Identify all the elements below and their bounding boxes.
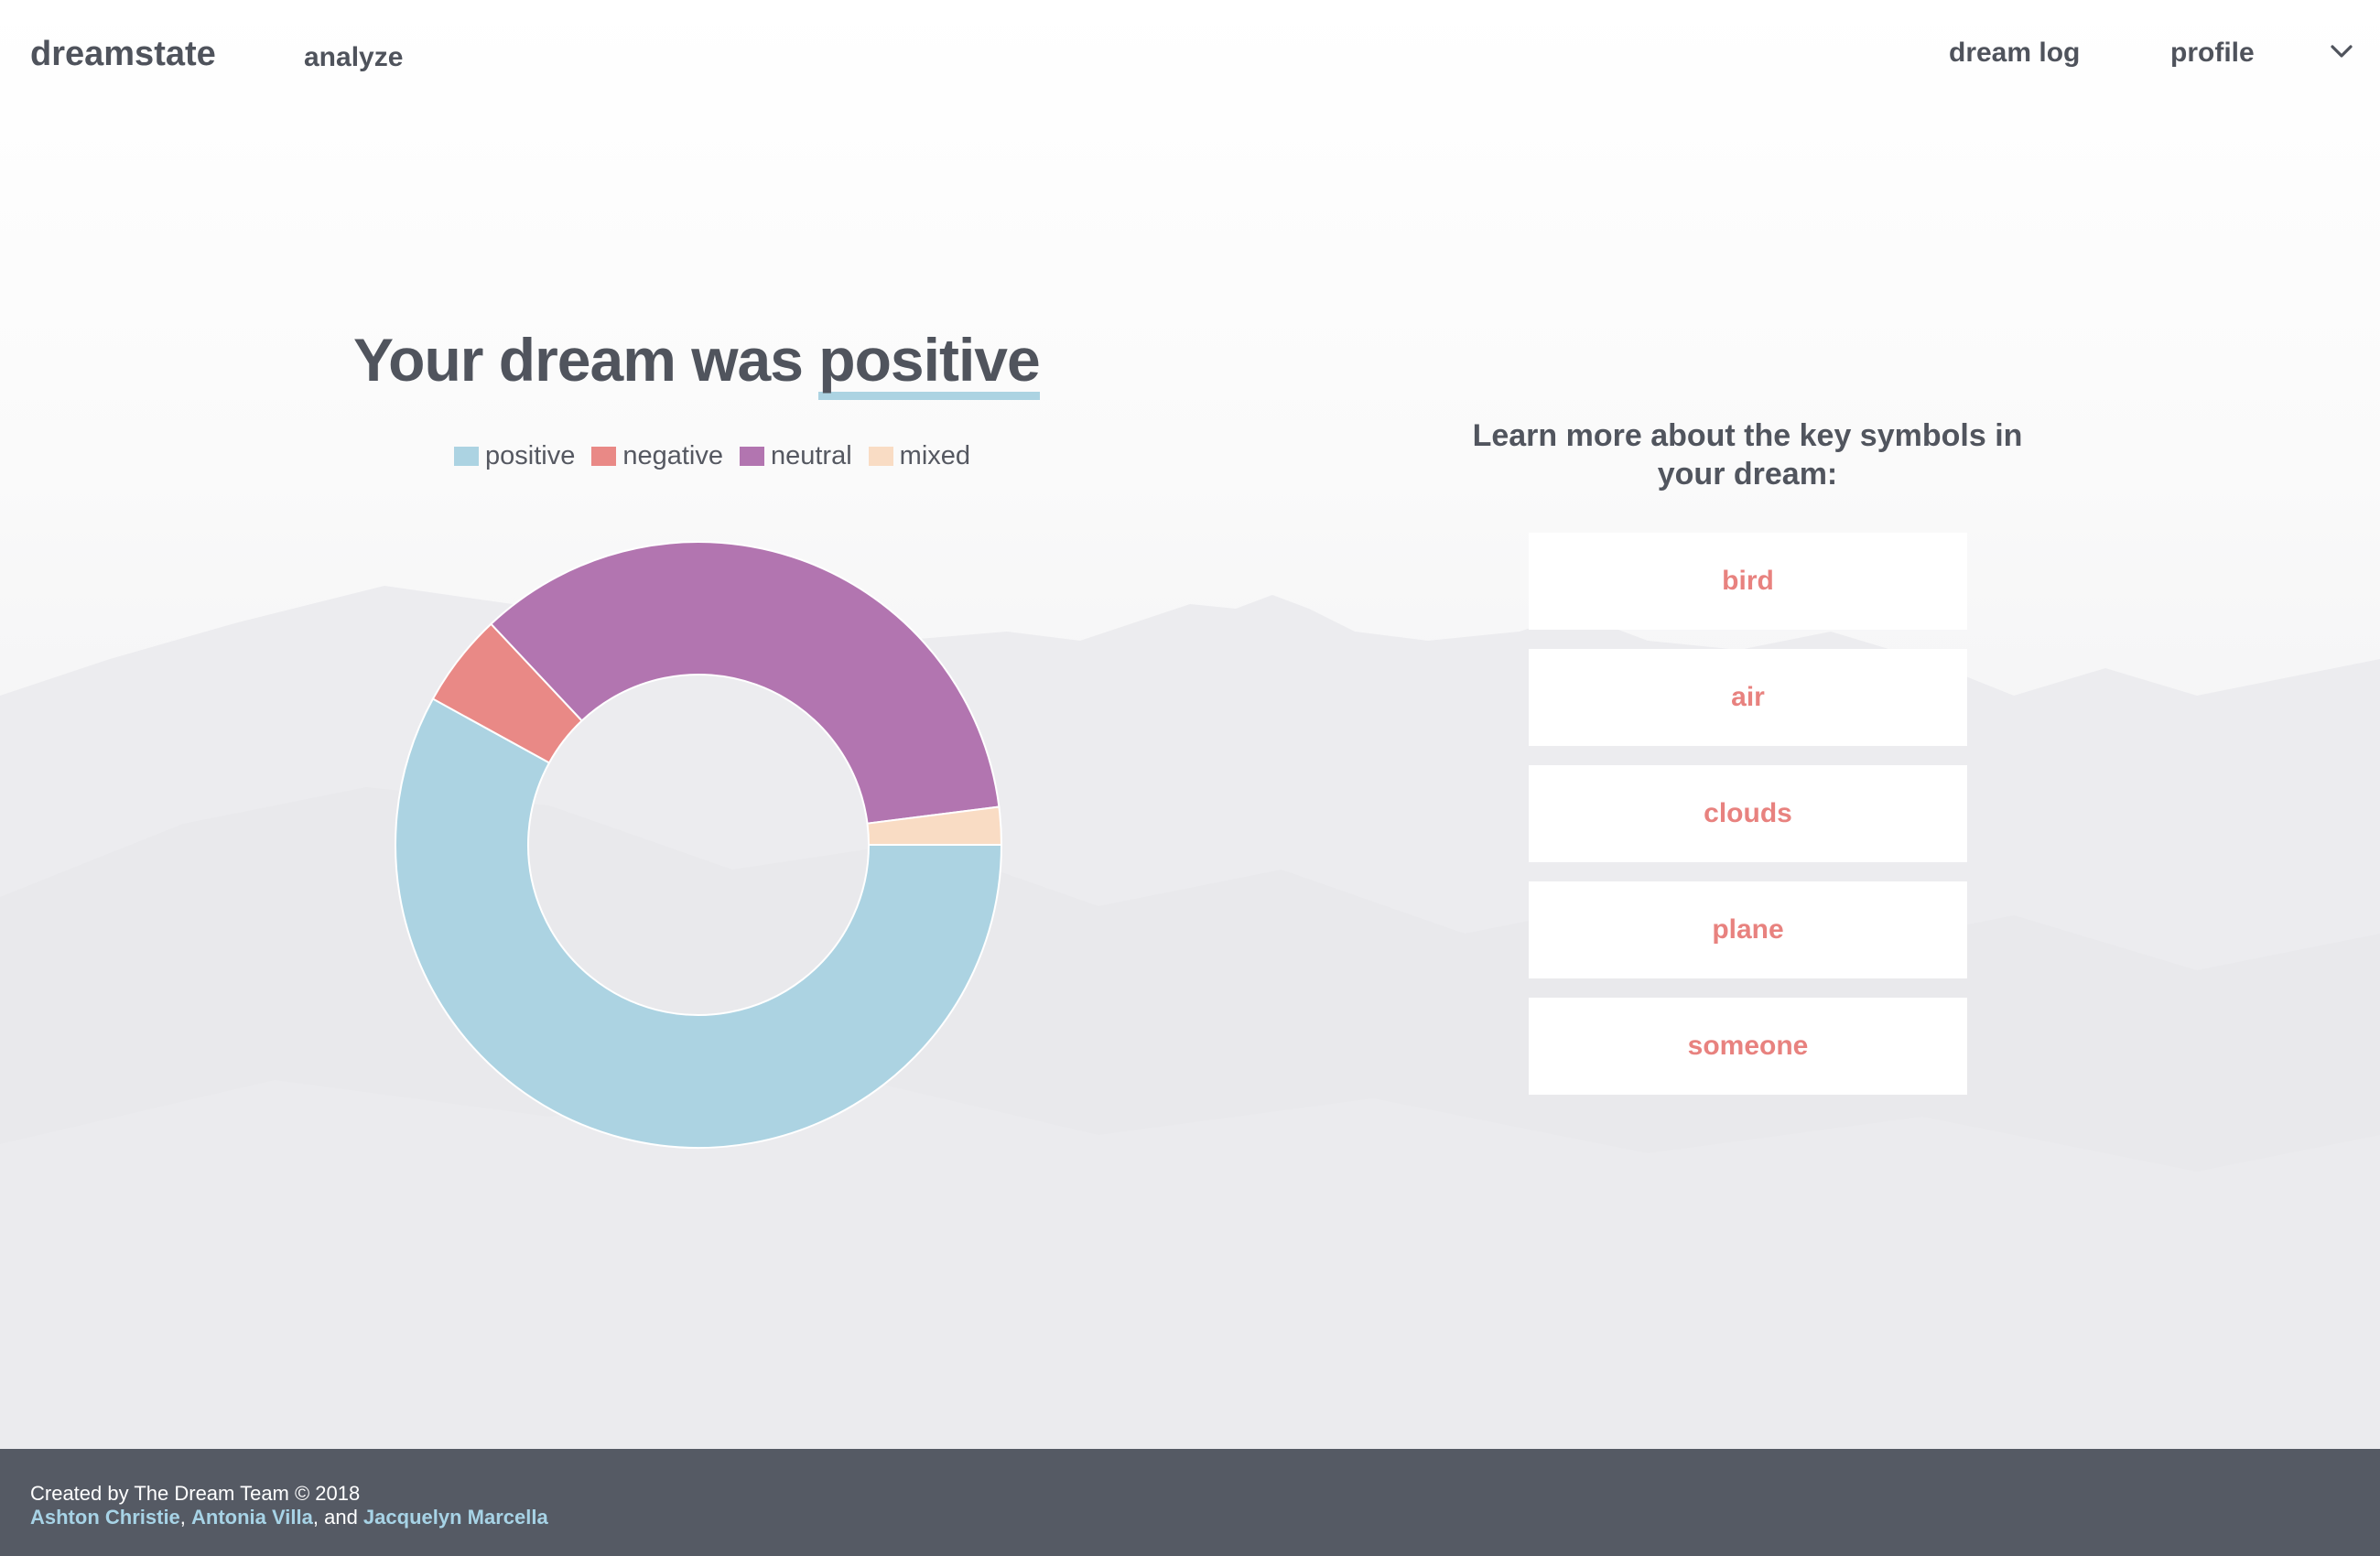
symbol-card-bird[interactable]: bird [1529, 533, 1967, 630]
symbol-card-someone[interactable]: someone [1529, 998, 1967, 1095]
author-link[interactable]: Ashton Christie [30, 1506, 180, 1529]
footer: Created by The Dream Team © 2018 Ashton … [0, 1449, 2380, 1556]
sentiment-doughnut-chart [395, 541, 1003, 1149]
chart-slice-neutral[interactable] [490, 541, 1001, 825]
author-link[interactable]: Antonia Villa [191, 1506, 313, 1529]
symbol-card-clouds[interactable]: clouds [1529, 765, 1967, 862]
author-separator: , [179, 1506, 192, 1529]
symbol-card-air[interactable]: air [1529, 649, 1967, 746]
symbol-card-plane[interactable]: plane [1529, 881, 1967, 978]
symbols-heading: Learn more about the key symbols in your… [1472, 418, 2023, 492]
author-link[interactable]: Jacquelyn Marcella [363, 1506, 548, 1529]
author-separator: , and [312, 1506, 363, 1529]
footer-authors: Ashton Christie, Antonia Villa, and Jacq… [30, 1506, 548, 1529]
footer-credit: Created by The Dream Team © 2018 [30, 1482, 361, 1505]
